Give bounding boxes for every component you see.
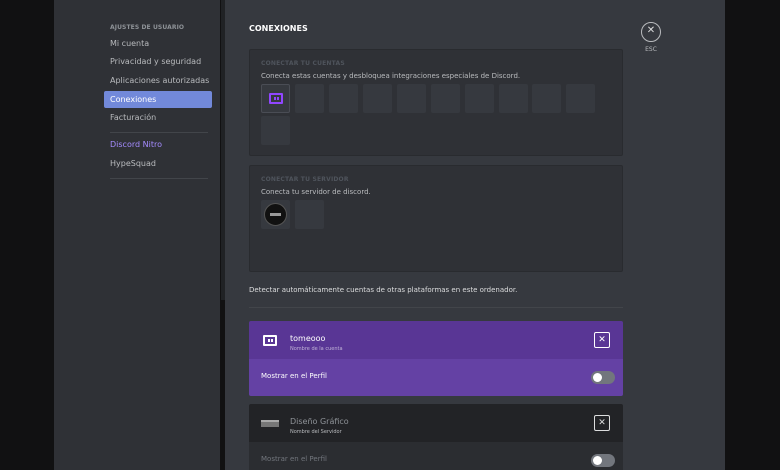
sidebar-divider — [110, 132, 208, 133]
connect-server-empty-slot[interactable] — [295, 200, 324, 229]
show-on-profile-label: Mostrar en el Perfil — [261, 455, 327, 463]
sidebar-item-nitro[interactable]: Discord Nitro — [104, 136, 212, 153]
disconnect-button[interactable]: ✕ — [594, 332, 610, 348]
detect-accounts-text: Detectar automáticamente cuentas de otra… — [249, 286, 518, 294]
sidebar-item-mi-cuenta[interactable]: Mi cuenta — [104, 35, 212, 52]
connect-platform-button[interactable] — [465, 84, 494, 113]
server-icon — [261, 420, 279, 427]
connection-options: Mostrar en el Perfil — [249, 359, 623, 396]
connect-platform-button[interactable] — [499, 84, 528, 113]
twitch-icon — [269, 93, 283, 104]
server-connection: Diseño Gráfico Nombre del Servidor ✕ Mos… — [249, 404, 623, 470]
show-on-profile-label: Mostrar en el Perfil — [261, 372, 327, 380]
connection-account-subtitle: Nombre de la cuenta — [290, 346, 343, 352]
connect-platform-button[interactable] — [261, 116, 290, 145]
sidebar-item-conexiones[interactable]: Conexiones — [104, 91, 212, 108]
settings-sidebar — [54, 0, 220, 470]
connect-twitch-button[interactable] — [261, 84, 290, 113]
sidebar-divider — [110, 178, 208, 179]
sidebar-item-hypesquad[interactable]: HypeSquad — [104, 155, 212, 172]
connect-accounts-card: CONECTAR TU CUENTAS Conecta estas cuenta… — [249, 49, 623, 156]
connect-server-description: Conecta tu servidor de discord. — [261, 188, 371, 196]
disconnect-button[interactable]: ✕ — [594, 415, 610, 431]
sidebar-section-header: AJUSTES DE USUARIO — [110, 24, 185, 31]
connection-header: Diseño Gráfico Nombre del Servidor ✕ — [249, 404, 623, 442]
connection-header: tomeooo Nombre de la cuenta ✕ — [249, 321, 623, 359]
connect-server-header: CONECTAR TU SERVIDOR — [261, 176, 349, 183]
content-divider — [249, 307, 623, 308]
connection-account-name: tomeooo — [290, 334, 326, 343]
show-on-profile-toggle[interactable] — [591, 371, 615, 384]
connect-platform-button[interactable] — [363, 84, 392, 113]
connect-platform-button[interactable] — [532, 84, 561, 113]
connect-platform-button[interactable] — [566, 84, 595, 113]
connect-server-button[interactable] — [261, 200, 290, 229]
close-icon[interactable]: ✕ — [641, 22, 661, 42]
sidebar-item-aplicaciones[interactable]: Aplicaciones autorizadas — [104, 72, 212, 89]
sidebar-item-facturacion[interactable]: Facturación — [104, 109, 212, 126]
connect-server-card: CONECTAR TU SERVIDOR Conecta tu servidor… — [249, 165, 623, 272]
connect-platform-button[interactable] — [431, 84, 460, 113]
connect-platform-button[interactable] — [397, 84, 426, 113]
connection-options: Mostrar en el Perfil — [249, 442, 623, 470]
server-logo-icon — [264, 203, 287, 226]
show-on-profile-toggle[interactable] — [591, 454, 615, 467]
connect-platform-button[interactable] — [329, 84, 358, 113]
connect-platform-button[interactable] — [295, 84, 324, 113]
esc-label: ESC — [645, 46, 657, 53]
connect-accounts-header: CONECTAR TU CUENTAS — [261, 60, 345, 67]
page-title: CONEXIONES — [249, 24, 308, 33]
connection-server-name: Diseño Gráfico — [290, 417, 349, 426]
twitch-icon — [263, 335, 277, 346]
sidebar-item-privacidad[interactable]: Privacidad y seguridad — [104, 53, 212, 70]
connection-server-subtitle: Nombre del Servidor — [290, 429, 342, 435]
close-settings[interactable]: ✕ ESC — [641, 22, 661, 53]
twitch-connection: tomeooo Nombre de la cuenta ✕ Mostrar en… — [249, 321, 623, 396]
connect-accounts-description: Conecta estas cuentas y desbloquea integ… — [261, 72, 521, 80]
